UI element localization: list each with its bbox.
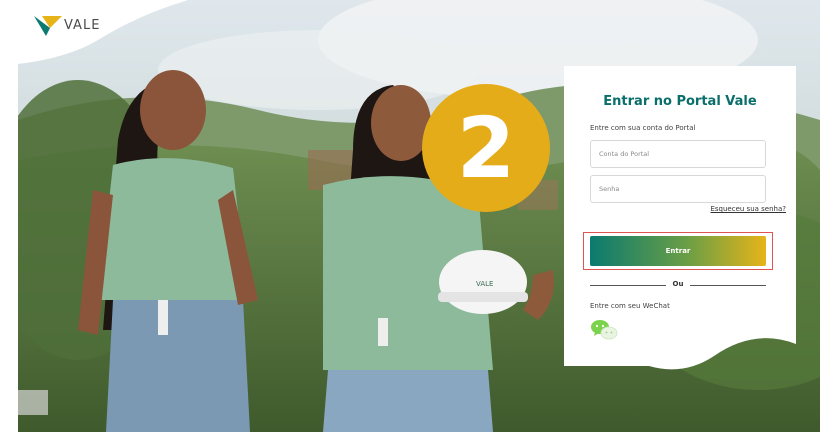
login-subtitle: Entre com sua conta do Portal [590, 124, 696, 132]
login-title: Entrar no Portal Vale [603, 94, 757, 109]
login-page: VALE VALE Entrar no Portal Vale Entre co… [18, 0, 820, 432]
wechat-icon[interactable] [590, 318, 620, 342]
forgot-password-link[interactable]: Esqueceu sua senha? [710, 205, 786, 213]
vale-logo-icon [34, 16, 62, 36]
brand-name: VALE [64, 18, 101, 33]
helmet-label: VALE [476, 280, 493, 288]
or-divider: Ou [590, 280, 766, 290]
enter-button[interactable]: Entrar [590, 236, 766, 266]
step-badge-number-wrap: 2 [420, 82, 552, 214]
divider-line-right [690, 285, 766, 286]
password-input[interactable] [590, 175, 766, 203]
login-card: Entrar no Portal Vale Entre com sua cont… [564, 66, 796, 376]
wechat-label: Entre com seu WeChat [590, 302, 670, 310]
account-input[interactable] [590, 140, 766, 168]
or-label: Ou [672, 280, 684, 288]
step-number: 2 [456, 99, 516, 197]
